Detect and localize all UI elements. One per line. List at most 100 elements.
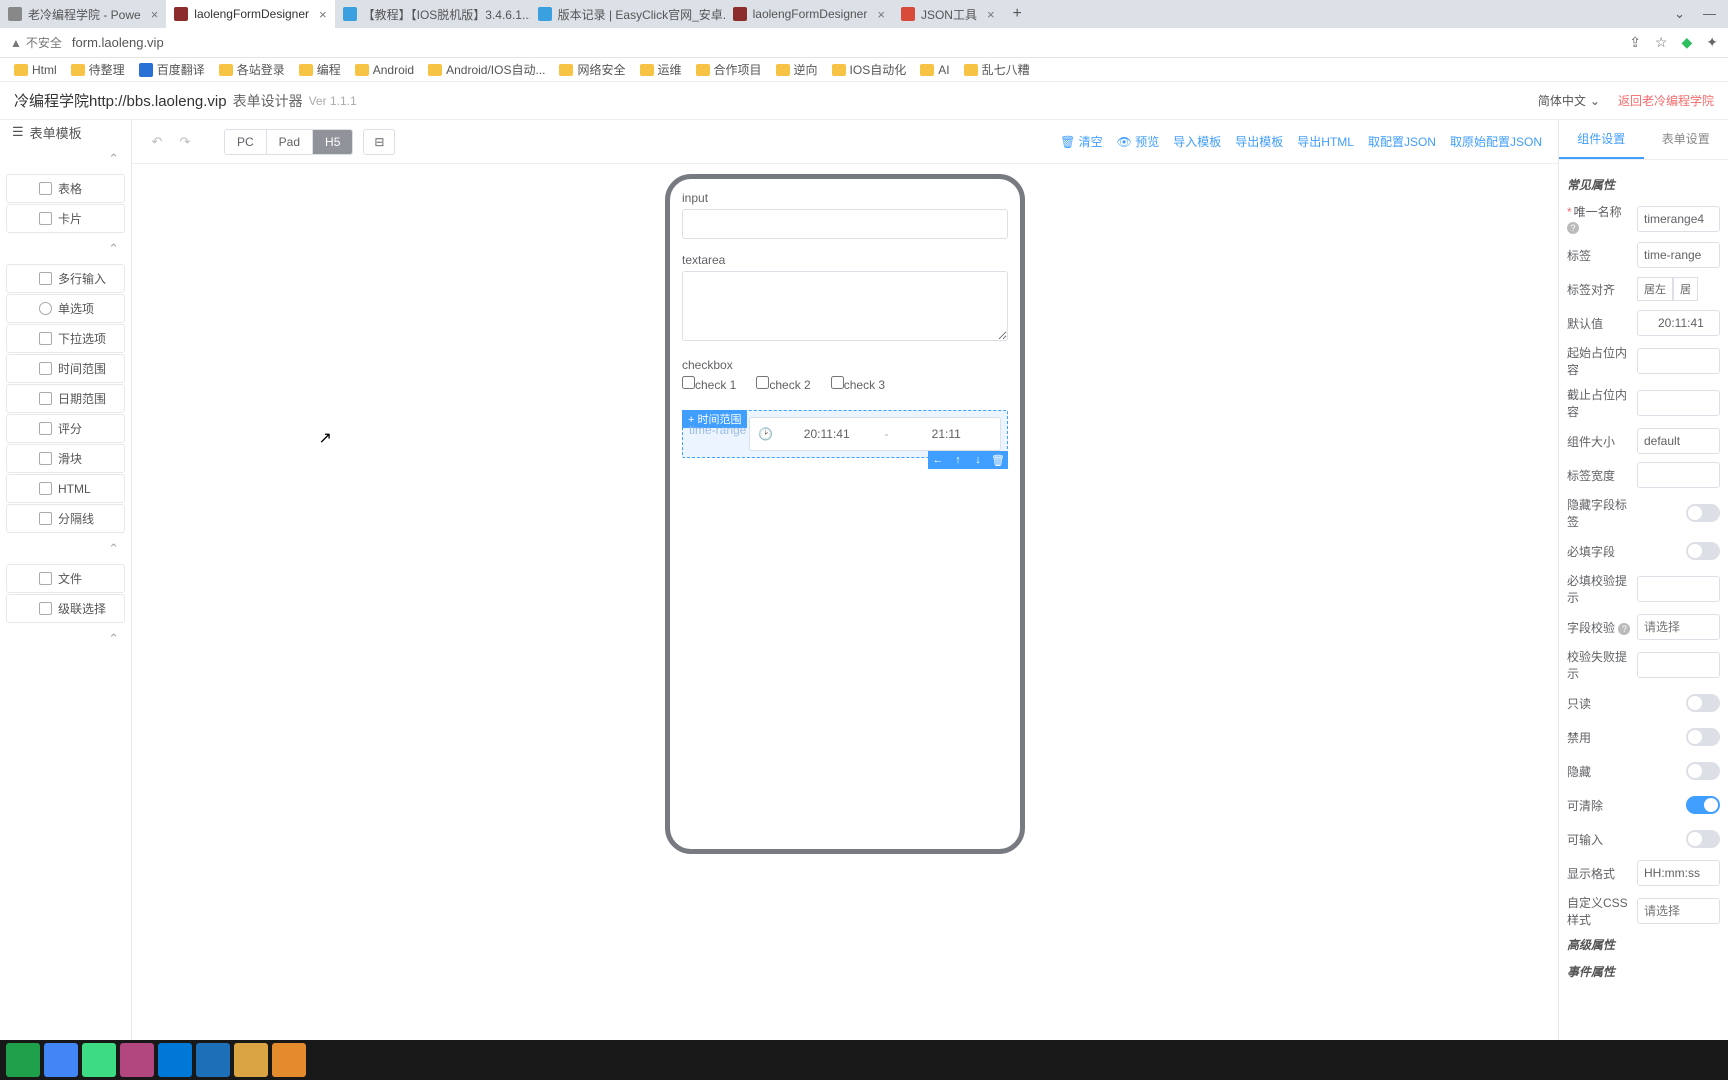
switch-required[interactable] bbox=[1686, 542, 1720, 560]
prop-label-width[interactable] bbox=[1637, 462, 1720, 488]
sidebar-item-timerange[interactable]: 时间范围 bbox=[6, 354, 125, 383]
sidebar-item-cascader[interactable]: 级联选择 bbox=[6, 594, 125, 623]
browser-tab[interactable]: JSON工具× bbox=[893, 0, 1003, 28]
sidebar-item-rate[interactable]: 评分 bbox=[6, 414, 125, 443]
bookmark[interactable]: 逆向 bbox=[776, 61, 818, 78]
switch-editable[interactable] bbox=[1686, 830, 1720, 848]
prop-fail-msg[interactable] bbox=[1637, 652, 1720, 678]
action-import[interactable]: 导入模板 bbox=[1173, 133, 1221, 150]
extensions-icon[interactable]: ✦ bbox=[1706, 34, 1718, 51]
action-exporthtml[interactable]: 导出HTML bbox=[1297, 133, 1354, 150]
close-icon[interactable]: × bbox=[319, 7, 327, 22]
browser-tab[interactable]: laolengFormDesigner× bbox=[166, 0, 334, 28]
taskbar-app[interactable] bbox=[196, 1043, 230, 1077]
seg-pad[interactable]: Pad bbox=[267, 130, 313, 154]
sidebar-item-card[interactable]: 卡片 bbox=[6, 204, 125, 233]
action-preview[interactable]: 👁 预览 bbox=[1117, 133, 1160, 150]
move-down-icon[interactable]: ↓ bbox=[968, 451, 988, 469]
url-text[interactable]: form.laoleng.vip bbox=[72, 35, 164, 50]
prop-default[interactable] bbox=[1637, 310, 1720, 336]
share-icon[interactable]: ⇪ bbox=[1629, 34, 1641, 51]
sidebar-item-file[interactable]: 文件 bbox=[6, 564, 125, 593]
language-selector[interactable]: 简体中文 ⌄ bbox=[1538, 92, 1600, 109]
bookmark[interactable]: 网络安全 bbox=[559, 61, 625, 78]
taskbar-app[interactable] bbox=[158, 1043, 192, 1077]
sidebar-collapse[interactable]: ⌃ bbox=[0, 624, 131, 654]
switch-readonly[interactable] bbox=[1686, 694, 1720, 712]
time-start[interactable]: 20:11:41 bbox=[781, 427, 873, 441]
sidebar-item-radio[interactable]: 单选项 bbox=[6, 294, 125, 323]
bookmark[interactable]: Android bbox=[355, 63, 414, 77]
prop-end-placeholder[interactable] bbox=[1637, 390, 1720, 416]
prop-size[interactable] bbox=[1637, 428, 1720, 454]
browser-tab[interactable]: 【教程】【IOS脱机版】3.4.6.1...× bbox=[335, 0, 530, 28]
browser-tab[interactable]: 版本记录 | EasyClick官网_安卓...× bbox=[530, 0, 725, 28]
close-icon[interactable]: × bbox=[877, 7, 885, 22]
seg-h5[interactable]: H5 bbox=[313, 130, 352, 154]
action-getjson[interactable]: 取配置JSON bbox=[1368, 133, 1436, 150]
node-tree-button[interactable]: ⊟ bbox=[363, 129, 395, 155]
tab-form-settings[interactable]: 表单设置 bbox=[1644, 120, 1728, 159]
textarea-field[interactable] bbox=[682, 271, 1008, 341]
checkbox-option[interactable]: check 1 bbox=[682, 376, 736, 392]
bookmark[interactable]: 运维 bbox=[640, 61, 682, 78]
bookmark[interactable]: IOS自动化 bbox=[832, 61, 907, 78]
browser-tab[interactable]: 老冷编程学院 - Powe× bbox=[0, 0, 166, 28]
prop-start-placeholder[interactable] bbox=[1637, 348, 1720, 374]
help-icon[interactable]: ? bbox=[1567, 222, 1579, 234]
bookmark[interactable]: Html bbox=[14, 63, 57, 77]
form-row-checkbox[interactable]: checkbox check 1 check 2 check 3 bbox=[682, 358, 1008, 396]
chevron-down-icon[interactable]: ⌄ bbox=[1674, 6, 1685, 22]
bookmark[interactable]: 编程 bbox=[299, 61, 341, 78]
bookmark[interactable]: 待整理 bbox=[71, 61, 125, 78]
tab-component-settings[interactable]: 组件设置 bbox=[1559, 120, 1644, 159]
delete-icon[interactable]: 🗑 bbox=[988, 451, 1008, 469]
evernote-icon[interactable]: ◆ bbox=[1681, 34, 1692, 51]
sidebar-item-divider[interactable]: 分隔线 bbox=[6, 504, 125, 533]
taskbar-app[interactable] bbox=[234, 1043, 268, 1077]
sidebar-item-table[interactable]: 表格 bbox=[6, 174, 125, 203]
switch-clearable[interactable] bbox=[1686, 796, 1720, 814]
form-row-timerange-selected[interactable]: + 时间范围 time-range 🕑 20:11:41 - 21:11 ← ↑… bbox=[682, 410, 1008, 458]
action-getrawjson[interactable]: 取原始配置JSON bbox=[1450, 133, 1542, 150]
time-end[interactable]: 21:11 bbox=[900, 427, 992, 441]
browser-tab[interactable]: laolengFormDesigner× bbox=[725, 0, 893, 28]
switch-hide-label[interactable] bbox=[1686, 504, 1720, 522]
bookmark[interactable]: 乱七八糟 bbox=[964, 61, 1030, 78]
sidebar-item-slider[interactable]: 滑块 bbox=[6, 444, 125, 473]
taskbar-app[interactable] bbox=[82, 1043, 116, 1077]
prop-unique-name[interactable] bbox=[1637, 206, 1720, 232]
input-field[interactable] bbox=[682, 209, 1008, 239]
prop-label[interactable] bbox=[1637, 242, 1720, 268]
prop-label-align[interactable]: 居左居 bbox=[1637, 277, 1698, 301]
bookmark[interactable]: 合作项目 bbox=[696, 61, 762, 78]
close-icon[interactable]: × bbox=[987, 7, 995, 22]
sidebar-collapse[interactable]: ⌃ bbox=[0, 144, 131, 174]
form-row-input[interactable]: input bbox=[682, 191, 1008, 239]
sidebar-item-html[interactable]: HTML bbox=[6, 474, 125, 503]
prop-css[interactable] bbox=[1637, 898, 1720, 924]
help-icon[interactable]: ? bbox=[1618, 623, 1630, 635]
prop-format[interactable] bbox=[1637, 860, 1720, 886]
taskbar-app[interactable] bbox=[44, 1043, 78, 1077]
sidebar-collapse[interactable]: ⌃ bbox=[0, 234, 131, 264]
checkbox-option[interactable]: check 2 bbox=[756, 376, 810, 392]
action-clear[interactable]: 🗑 清空 bbox=[1060, 133, 1103, 150]
sidebar-item-daterange[interactable]: 日期范围 bbox=[6, 384, 125, 413]
form-row-textarea[interactable]: textarea bbox=[682, 253, 1008, 344]
sidebar-item-select[interactable]: 下拉选项 bbox=[6, 324, 125, 353]
bookmark[interactable]: 百度翻译 bbox=[139, 61, 205, 78]
taskbar-app[interactable] bbox=[120, 1043, 154, 1077]
bookmark[interactable]: 各站登录 bbox=[219, 61, 285, 78]
prop-validator[interactable] bbox=[1637, 614, 1720, 640]
close-icon[interactable]: × bbox=[151, 7, 159, 22]
redo-icon[interactable]: ↷ bbox=[176, 133, 194, 151]
taskbar-app[interactable] bbox=[272, 1043, 306, 1077]
back-link[interactable]: 返回老冷编程学院 bbox=[1618, 92, 1714, 109]
minimize-icon[interactable]: — bbox=[1703, 6, 1716, 22]
bookmark[interactable]: AI bbox=[920, 63, 949, 77]
seg-pc[interactable]: PC bbox=[225, 130, 267, 154]
prop-required-msg[interactable] bbox=[1637, 576, 1720, 602]
checkbox-option[interactable]: check 3 bbox=[831, 376, 885, 392]
taskbar-app[interactable] bbox=[6, 1043, 40, 1077]
